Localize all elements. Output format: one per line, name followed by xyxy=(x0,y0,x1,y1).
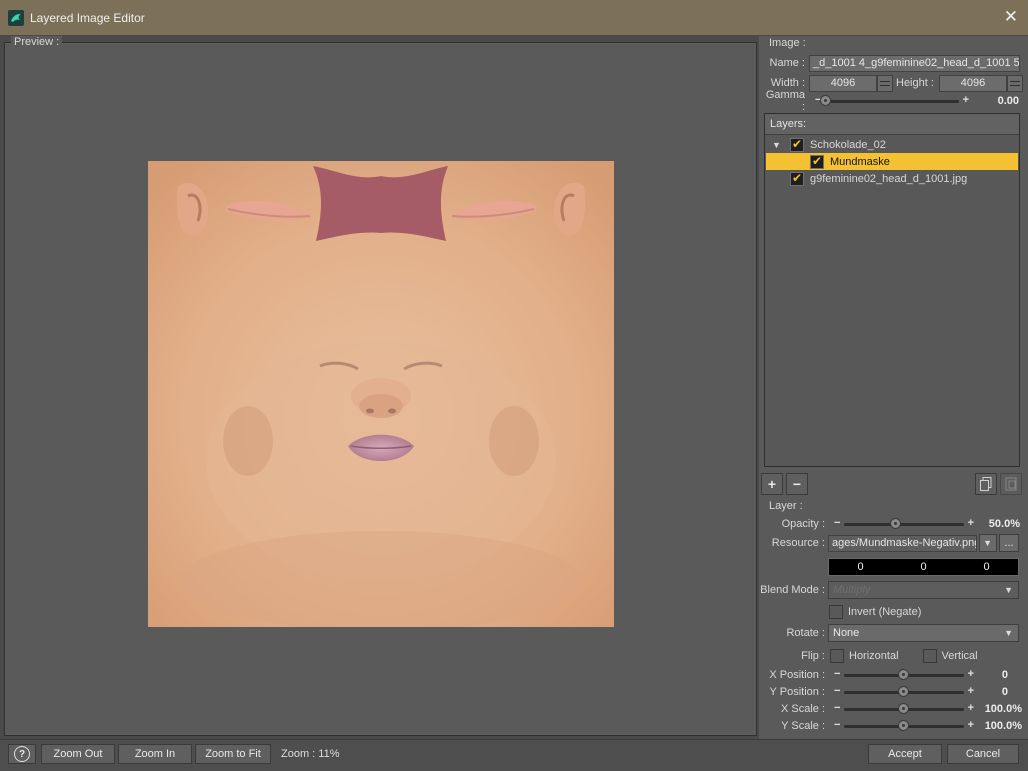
x-position-slider[interactable]: − + xyxy=(834,668,974,682)
resource-field[interactable]: ages/Mundmaske-Negativ.png xyxy=(828,534,977,552)
accept-button[interactable]: Accept xyxy=(868,744,942,764)
bottom-toolbar: ? Zoom Out Zoom In Zoom to Fit Zoom : 11… xyxy=(0,739,1028,771)
flip-horizontal-checkbox[interactable] xyxy=(830,649,844,663)
preview-label: Preview : xyxy=(11,36,63,48)
help-icon: ? xyxy=(14,746,30,762)
layer-item-schokolade[interactable]: ▼ Schokolade_02 xyxy=(766,136,1018,153)
zoom-out-button[interactable]: Zoom Out xyxy=(41,744,115,764)
gamma-label: Gamma : xyxy=(765,89,805,113)
window-title: Layered Image Editor xyxy=(30,10,145,25)
width-field[interactable]: 4096 xyxy=(809,74,877,92)
layer-name: g9feminine02_head_d_1001.jpg xyxy=(810,172,968,185)
zoom-in-button[interactable]: Zoom In xyxy=(118,744,192,764)
y-position-slider[interactable]: − + xyxy=(834,685,974,699)
blend-mode-label: Blend Mode : xyxy=(760,584,825,596)
y-position-slider-handle[interactable] xyxy=(898,686,909,697)
color-value-r[interactable]: 0 xyxy=(829,561,892,573)
zoom-to-fit-button[interactable]: Zoom to Fit xyxy=(195,744,271,764)
height-field[interactable]: 4096 xyxy=(939,74,1007,92)
color-values[interactable]: 0 0 0 xyxy=(828,558,1019,576)
copy-icon xyxy=(980,477,992,491)
opacity-label: Opacity : xyxy=(781,518,825,530)
chevron-down-icon: ▼ xyxy=(1004,585,1013,595)
invert-label: Invert (Negate) xyxy=(848,606,922,618)
preview-image[interactable] xyxy=(148,161,614,627)
plus-icon: + xyxy=(962,94,969,106)
cancel-button[interactable]: Cancel xyxy=(947,744,1019,764)
layer-name: Schokolade_02 xyxy=(810,138,886,151)
resource-label: Resource : xyxy=(771,537,825,549)
layer-visibility-checkbox[interactable] xyxy=(790,171,804,186)
paste-layer-button[interactable] xyxy=(1000,473,1022,495)
image-section-label: Image : xyxy=(769,37,806,49)
rotate-select[interactable]: None ▼ xyxy=(828,624,1019,642)
y-scale-value: 100.0% xyxy=(984,720,1022,732)
width-stepper[interactable] xyxy=(877,74,893,92)
layer-section-label: Layer : xyxy=(769,500,803,512)
chevron-down-icon: ▼ xyxy=(1004,628,1013,638)
title-bar: Layered Image Editor ✕ xyxy=(0,0,1028,35)
y-scale-slider[interactable]: − + xyxy=(834,719,974,733)
y-position-value: 0 xyxy=(1001,686,1008,698)
image-name-field[interactable]: _d_1001 4_g9feminine02_head_d_1001 5 xyxy=(809,54,1020,72)
x-position-slider-handle[interactable] xyxy=(898,669,909,680)
add-layer-button[interactable]: + xyxy=(761,473,783,495)
flip-label: Flip : xyxy=(801,650,825,662)
x-position-label: X Position : xyxy=(769,669,825,681)
opacity-slider[interactable]: − + xyxy=(834,517,974,531)
flip-horizontal-label: Horizontal xyxy=(849,650,899,662)
remove-layer-button[interactable]: − xyxy=(786,473,808,495)
preview-panel: Preview : xyxy=(4,36,757,736)
layer-item-base[interactable]: g9feminine02_head_d_1001.jpg xyxy=(766,170,1018,187)
y-scale-label: Y Scale : xyxy=(781,720,825,732)
layer-item-mundmaske[interactable]: Mundmaske xyxy=(766,153,1018,170)
layer-visibility-checkbox[interactable] xyxy=(810,154,824,169)
layer-name: Mundmaske xyxy=(830,155,890,168)
properties-panel: Image : Name : _d_1001 4_g9feminine02_he… xyxy=(759,36,1028,739)
invert-checkbox[interactable] xyxy=(829,605,843,619)
x-scale-label: X Scale : xyxy=(780,703,825,715)
rotate-label: Rotate : xyxy=(786,627,825,639)
y-position-label: Y Position : xyxy=(769,686,825,698)
expand-triangle-icon[interactable]: ▼ xyxy=(772,140,782,150)
resource-dropdown[interactable]: ▼ xyxy=(979,534,997,552)
flip-vertical-label: Vertical xyxy=(941,650,978,662)
layers-header: Layers: xyxy=(765,114,1019,135)
gamma-value: 0.00 xyxy=(997,95,1019,107)
color-value-b[interactable]: 0 xyxy=(955,561,1018,573)
color-value-g[interactable]: 0 xyxy=(892,561,955,573)
layers-list[interactable]: Layers: ▼ Schokolade_02 Mundmaske g9femi… xyxy=(764,113,1020,467)
daz-dragon-icon xyxy=(8,9,24,26)
zoom-status: Zoom : 11% xyxy=(281,748,340,760)
x-scale-slider-handle[interactable] xyxy=(898,703,909,714)
x-scale-slider[interactable]: − + xyxy=(834,702,974,716)
x-position-value: 0 xyxy=(1001,669,1008,681)
layer-visibility-checkbox[interactable] xyxy=(790,137,804,152)
height-label: Height : xyxy=(896,77,934,89)
height-stepper[interactable] xyxy=(1007,74,1023,92)
help-button[interactable]: ? xyxy=(8,744,36,764)
gamma-slider[interactable]: − + xyxy=(815,94,969,108)
flip-vertical-checkbox[interactable] xyxy=(922,649,937,663)
opacity-slider-handle[interactable] xyxy=(890,518,901,529)
width-label: Width : xyxy=(770,77,805,89)
close-icon[interactable]: ✕ xyxy=(1004,7,1018,27)
blend-mode-select[interactable]: Multiply ▼ xyxy=(828,581,1019,599)
opacity-value: 50.0% xyxy=(988,518,1020,530)
x-scale-value: 100.0% xyxy=(984,703,1022,715)
paste-icon xyxy=(1005,477,1017,491)
gamma-slider-handle[interactable] xyxy=(820,95,831,106)
name-label: Name : xyxy=(769,57,805,69)
y-scale-slider-handle[interactable] xyxy=(898,720,909,731)
resource-browse-button[interactable]: ... xyxy=(999,534,1019,552)
copy-layer-button[interactable] xyxy=(975,473,997,495)
